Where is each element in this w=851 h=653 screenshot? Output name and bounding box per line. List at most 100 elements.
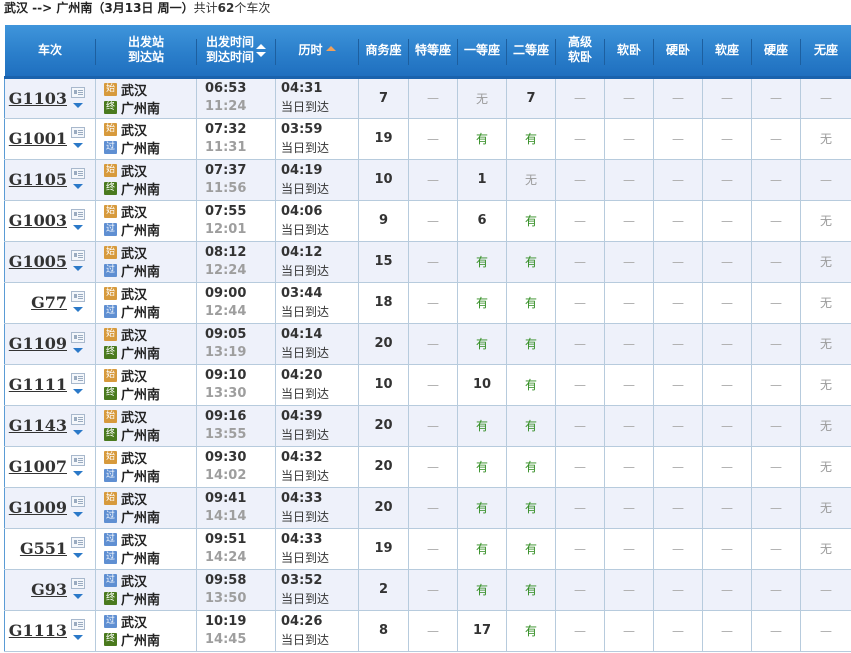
train-number-link[interactable]: G1109 [9,334,67,353]
seat-availability: — [672,500,684,515]
dropdown-triangle-icon[interactable] [73,635,83,640]
duration-cell: 04:14 当日到达 [275,322,359,365]
train-number-link[interactable]: G551 [20,539,67,558]
station-cell: 始武汉 过广州南 [95,199,197,242]
train-row[interactable]: G1111 始武汉 终广州南 09:10 13:30 04:20 当日到达 10… [4,363,851,406]
train-number-link[interactable]: G1103 [9,89,67,108]
sort-asc-icon[interactable] [325,46,336,52]
train-row[interactable]: G1005 始武汉 过广州南 08:12 12:24 04:12 当日到达 15… [4,240,851,283]
train-info-card-icon[interactable] [71,86,85,98]
arrival-note: 当日到达 [281,550,330,565]
seat-availability: 无 [524,173,537,187]
dropdown-triangle-icon[interactable] [73,348,83,353]
train-info-card-icon[interactable] [71,168,85,179]
train-info-card-icon[interactable] [71,578,85,589]
train-number-link[interactable]: G1003 [9,211,67,230]
time-cell: 09:05 13:19 [196,322,276,365]
duration-cell: 04:19 当日到达 [275,158,359,201]
col-header-duration[interactable]: 历时 [275,25,359,79]
train-number-link[interactable]: G1113 [9,621,67,640]
train-info-card-icon[interactable] [71,291,85,302]
seat-availability: 无 [819,501,832,515]
dropdown-triangle-icon[interactable] [73,225,83,230]
train-number-link[interactable]: G77 [31,293,67,312]
dropdown-triangle-icon[interactable] [73,307,83,312]
departure-time: 09:51 [205,531,247,547]
seat-availability: 10 [472,377,492,392]
to-station-type-icon: 终 [104,100,117,114]
dropdown-triangle-icon[interactable] [73,430,83,435]
dropdown-triangle-icon[interactable] [73,553,83,558]
station-cell: 始武汉 过广州南 [95,281,197,324]
train-row[interactable]: G1003 始武汉 过广州南 07:55 12:01 04:06 当日到达 9 —… [4,199,851,242]
departure-time: 07:55 [205,203,247,219]
seat-availability: — [623,295,635,310]
train-info-card-icon[interactable] [71,414,85,425]
train-row[interactable]: G1143 始武汉 终广州南 09:16 13:55 04:39 当日到达 20… [4,404,851,447]
col-header-arr-time[interactable]: 到达时间 [206,50,254,65]
dropdown-triangle-icon[interactable] [73,143,83,148]
train-info-card-icon[interactable] [71,619,85,630]
train-row[interactable]: G551 过武汉 过广州南 09:51 14:24 04:33 当日到达 19 —… [4,527,851,570]
col-header-times[interactable]: 出发时间 到达时间 [196,25,276,79]
to-station: 广州南 [121,511,161,526]
seat-cell-deluxe-sleeper: — [555,404,605,447]
seat-cell-hard-seat: — [751,117,801,160]
seat-availability: — [623,131,635,146]
dropdown-triangle-icon[interactable] [73,389,83,394]
train-row[interactable]: G1109 始武汉 终广州南 09:05 13:19 04:14 当日到达 20… [4,322,851,365]
dropdown-triangle-icon[interactable] [73,471,83,476]
train-number-link[interactable]: G1105 [9,170,67,189]
sort-asc-icon[interactable] [256,43,266,49]
dropdown-triangle-icon[interactable] [73,512,83,517]
arrival-time: 13:50 [205,590,247,606]
col-header-dep-time[interactable]: 出发时间 [206,35,254,50]
arrival-note: 当日到达 [281,509,330,524]
train-info-card-icon[interactable] [71,250,85,261]
train-row[interactable]: G1103 始武汉 终广州南 06:53 11:24 04:31 当日到达 7 —… [4,76,851,119]
col-header-soft-seat: 软座 [702,25,752,79]
seat-availability: 无 [819,419,832,433]
to-station: 广州南 [121,552,161,567]
train-info-card-icon[interactable] [71,537,85,548]
seat-cell-premium: — [408,281,458,324]
station-cell: 始武汉 终广州南 [95,76,197,119]
dropdown-triangle-icon[interactable] [73,102,83,108]
train-number-link[interactable]: G1005 [9,252,67,271]
train-info-card-icon[interactable] [71,127,85,138]
train-number-link[interactable]: G1007 [9,457,67,476]
train-number-link[interactable]: G1009 [9,498,67,517]
seat-cell-deluxe-sleeper: — [555,117,605,160]
seat-availability: — [574,500,586,515]
train-info-card-icon[interactable] [71,209,85,220]
seat-availability: — [672,213,684,228]
dropdown-triangle-icon[interactable] [73,184,83,189]
train-row[interactable]: G1009 始武汉 过广州南 09:41 14:14 04:33 当日到达 20… [4,486,851,529]
sort-desc-icon[interactable] [256,51,266,57]
train-row[interactable]: G1105 始武汉 终广州南 07:37 11:56 04:19 当日到达 10… [4,158,851,201]
seat-cell-premium: — [408,322,458,365]
seat-availability: — [672,582,684,597]
train-row[interactable]: G1001 始武汉 过广州南 07:32 11:31 03:59 当日到达 19… [4,117,851,160]
train-number-link[interactable]: G1111 [9,375,67,394]
to-station: 广州南 [121,593,161,608]
to-station-type-icon: 过 [104,469,117,482]
train-info-card-icon[interactable] [71,373,85,384]
train-row[interactable]: G77 始武汉 过广州南 09:00 12:44 03:44 当日到达 18 — 有… [4,281,851,324]
seat-cell-first-class: 有 [457,486,507,529]
station-cell: 过武汉 过广州南 [95,527,197,570]
dropdown-triangle-icon[interactable] [73,594,83,599]
train-number-link[interactable]: G93 [31,580,67,599]
train-number-link[interactable]: G1143 [9,416,67,435]
train-row[interactable]: G1113 过武汉 终广州南 10:19 14:45 04:26 当日到达 8 —… [4,609,851,652]
dropdown-triangle-icon[interactable] [73,266,83,271]
train-info-card-icon[interactable] [71,496,85,507]
train-row[interactable]: G1007 始武汉 过广州南 09:30 14:02 04:32 当日到达 20… [4,445,851,488]
train-row[interactable]: G93 过武汉 终广州南 09:58 13:50 03:52 当日到达 2 — 有 有… [4,568,851,611]
from-station-type-icon: 始 [104,164,117,177]
seat-cell-premium: — [408,76,458,119]
seat-cell-business: 10 [358,363,409,406]
train-info-card-icon[interactable] [71,455,85,466]
train-info-card-icon[interactable] [71,332,85,343]
train-number-link[interactable]: G1001 [9,129,67,148]
